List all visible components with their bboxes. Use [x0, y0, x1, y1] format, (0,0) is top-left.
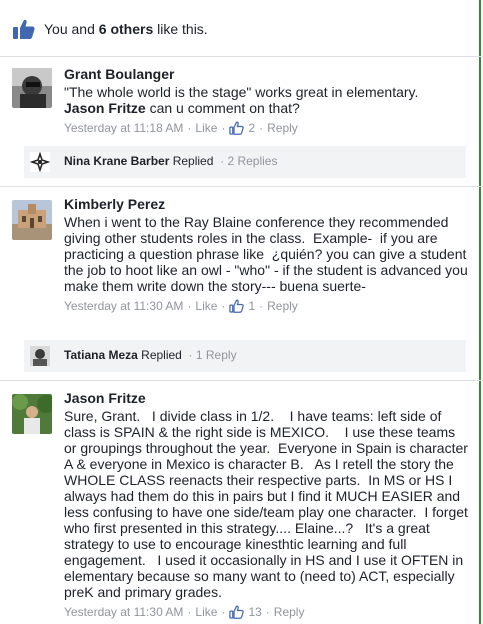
reply-button[interactable]: Reply: [274, 604, 305, 620]
reply-summary[interactable]: Nina Krane Barber Replied · 2 Replies: [64, 154, 277, 168]
replies-preview[interactable]: Tatiana Meza Replied · 1 Reply: [24, 340, 466, 372]
comment-text-cont: can u comment on that?: [145, 100, 300, 116]
like-count[interactable]: 2: [248, 120, 255, 136]
comment-text: When i went to the Ray Blaine conference…: [64, 214, 472, 294]
thumbs-up-icon: [229, 605, 245, 619]
likes-prefix: You and: [44, 21, 99, 37]
reply-count[interactable]: 1 Reply: [196, 348, 237, 362]
separator-dot: ·: [185, 348, 193, 362]
reply-author[interactable]: Nina Krane Barber: [64, 154, 169, 168]
mention-link[interactable]: Jason Fritze: [64, 100, 146, 116]
likes-others-link[interactable]: 6 others: [99, 21, 153, 37]
replies-preview[interactable]: Nina Krane Barber Replied · 2 Replies: [24, 146, 466, 178]
like-button[interactable]: Like: [195, 604, 217, 620]
separator-dot: ·: [187, 121, 192, 135]
comment-meta: Yesterday at 11:30 AM · Like · 13 · Repl…: [64, 604, 471, 620]
separator-dot: ·: [187, 605, 192, 619]
separator-dot: ·: [259, 121, 264, 135]
avatar[interactable]: [12, 200, 52, 240]
separator-dot: ·: [221, 121, 226, 135]
thumbs-up-icon: [229, 299, 245, 313]
like-button[interactable]: Like: [195, 120, 217, 136]
avatar[interactable]: [12, 394, 52, 434]
reply-count[interactable]: 2 Replies: [227, 154, 277, 168]
reply-button[interactable]: Reply: [267, 120, 298, 136]
separator-dot: ·: [216, 154, 225, 168]
comment-timestamp[interactable]: Yesterday at 11:30 AM: [64, 298, 183, 314]
thumbs-up-icon: [229, 121, 245, 135]
avatar: [30, 346, 50, 366]
like-count[interactable]: 1: [248, 298, 255, 314]
comment-timestamp[interactable]: Yesterday at 11:30 AM: [64, 604, 183, 620]
comment-text-line: "The whole world is the stage" works gre…: [64, 84, 419, 100]
separator-dot: ·: [221, 299, 226, 313]
avatar: [30, 152, 50, 172]
comment-author[interactable]: Jason Fritze: [64, 390, 471, 407]
reply-author[interactable]: Tatiana Meza: [64, 348, 138, 362]
like-count[interactable]: 13: [248, 604, 261, 620]
comment-meta: Yesterday at 11:30 AM · Like · 1 · Reply: [64, 298, 471, 314]
likes-summary-text[interactable]: You and 6 others like this.: [44, 21, 208, 37]
comment-author[interactable]: Kimberly Perez: [64, 196, 471, 213]
reply-button[interactable]: Reply: [267, 298, 298, 314]
divider: [0, 380, 481, 381]
replied-label: Replied: [137, 348, 182, 362]
separator-dot: ·: [187, 299, 192, 313]
like-button[interactable]: Like: [195, 298, 217, 314]
divider: [0, 186, 481, 187]
comment-author[interactable]: Grant Boulanger: [64, 66, 471, 83]
likes-suffix: like this.: [153, 21, 208, 37]
comments-panel: You and 6 others like this. Grant Boulan…: [0, 0, 481, 624]
replied-label: Replied: [169, 154, 214, 168]
comment-timestamp[interactable]: Yesterday at 11:18 AM: [64, 120, 183, 136]
separator-dot: ·: [259, 299, 264, 313]
comment-text: "The whole world is the stage" works gre…: [64, 84, 471, 116]
separator-dot: ·: [221, 605, 226, 619]
avatar[interactable]: [12, 68, 52, 108]
separator-dot: ·: [265, 605, 270, 619]
comment-text: Sure, Grant. I divide class in 1/2. I ha…: [64, 408, 472, 600]
thumbs-up-icon[interactable]: [12, 18, 36, 40]
comment-meta: Yesterday at 11:18 AM · Like · 2 · Reply: [64, 120, 471, 136]
reply-summary[interactable]: Tatiana Meza Replied · 1 Reply: [64, 348, 237, 362]
likes-summary: You and 6 others like this.: [0, 0, 481, 57]
